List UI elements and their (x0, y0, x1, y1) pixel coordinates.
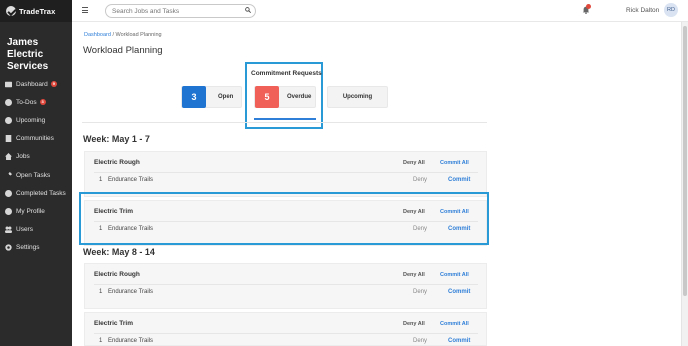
table-row: 1 Endurance Trails Deny Commit (99, 177, 479, 187)
breadcrumb: Dashboard / Workload Planning (84, 32, 162, 38)
company-name: James Electric Services (7, 37, 49, 72)
sidebar-item-label: Open Tasks (16, 171, 51, 179)
commit-all-button[interactable]: Commit All (440, 160, 469, 166)
task-card: Electric Rough Deny All Commit All 1 End… (84, 151, 487, 197)
status-card-overdue[interactable]: 5 Overdue (254, 86, 316, 108)
sidebar-item-label: Communities (16, 135, 54, 143)
sidebar-item-label: Settings (16, 244, 40, 252)
status-label-upcoming: Upcoming (342, 94, 373, 100)
row-divider (94, 172, 478, 173)
row-divider (94, 284, 478, 285)
sidebar-item-communities[interactable]: Communities (0, 130, 72, 148)
task-title: Electric Rough (94, 271, 140, 278)
breadcrumb-current: Workload Planning (115, 32, 162, 38)
sidebar-item-open-tasks[interactable]: Open Tasks (0, 166, 72, 184)
sidebar-item-label: Dashboard (16, 80, 48, 88)
notification-badge: 9 (50, 81, 57, 88)
sidebar-item-users[interactable]: Users (0, 221, 72, 239)
scrollbar[interactable] (681, 22, 688, 346)
sidebar-item-my-profile[interactable]: My Profile (0, 202, 72, 220)
dashboard-icon (4, 80, 12, 88)
user-icon (4, 207, 12, 215)
week-title: Week: May 8 - 14 (83, 247, 155, 257)
search-icon[interactable] (245, 7, 251, 13)
commit-button[interactable]: Commit (448, 177, 470, 183)
topbar: Rick Dalton RD (72, 0, 688, 22)
gear-icon (4, 244, 12, 252)
sidebar: TradeTrax James Electric Services Dashbo… (0, 0, 72, 346)
task-card: Electric Trim Deny All Commit All 1 Endu… (84, 312, 487, 346)
check-circle-icon (4, 189, 12, 197)
commit-all-button[interactable]: Commit All (440, 321, 469, 327)
wrench-icon (4, 171, 12, 179)
page-title: Workload Planning (83, 45, 163, 56)
task-title: Electric Rough (94, 159, 140, 166)
commit-button[interactable]: Commit (448, 289, 470, 295)
status-card-open[interactable]: 3 Open (181, 86, 242, 108)
open-count: 3 (182, 86, 206, 108)
job-name: Endurance Trails (108, 177, 154, 183)
row-count: 1 (99, 289, 103, 295)
sidebar-item-todos[interactable]: To-Dos 3 (0, 93, 72, 111)
sidebar-item-label: To-Dos (16, 98, 37, 106)
task-title: Electric Trim (94, 320, 134, 327)
app-name: TradeTrax (19, 6, 56, 16)
deny-all-button[interactable]: Deny All (403, 272, 425, 278)
app-logo[interactable]: TradeTrax (0, 0, 72, 22)
notification-dot (586, 4, 591, 9)
breadcrumb-link-dashboard[interactable]: Dashboard (84, 32, 111, 38)
search-input[interactable] (105, 4, 256, 18)
sidebar-item-label: Users (16, 226, 33, 234)
menu-icon[interactable] (82, 7, 88, 13)
building-icon (4, 135, 12, 143)
row-count: 1 (99, 177, 103, 183)
row-count: 1 (99, 338, 103, 344)
divider (82, 122, 487, 123)
users-icon (4, 226, 12, 234)
sidebar-item-dashboard[interactable]: Dashboard 9 (0, 75, 72, 93)
sidebar-item-label: Jobs (16, 153, 30, 161)
sidebar-item-settings[interactable]: Settings (0, 239, 72, 257)
status-card-upcoming[interactable]: Upcoming (327, 86, 388, 108)
job-name: Endurance Trails (108, 289, 154, 295)
overdue-count: 5 (255, 86, 279, 108)
notification-badge: 3 (39, 99, 46, 106)
task-highlight-box (79, 192, 489, 245)
sidebar-item-label: Upcoming (16, 116, 46, 124)
deny-button[interactable]: Deny (413, 289, 427, 295)
deny-all-button[interactable]: Deny All (403, 160, 425, 166)
home-icon (4, 153, 12, 161)
user-name[interactable]: Rick Dalton (626, 7, 659, 14)
sidebar-nav: Dashboard 9 To-Dos 3 Upcoming Communitie… (0, 75, 72, 257)
week-title: Week: May 1 - 7 (83, 134, 150, 144)
status-label-open: Open (218, 94, 234, 100)
sidebar-item-label: Completed Tasks (16, 189, 66, 197)
sidebar-item-label: My Profile (16, 207, 45, 215)
task-card: Electric Rough Deny All Commit All 1 End… (84, 263, 487, 309)
check-circle-icon (4, 116, 12, 124)
deny-button[interactable]: Deny (413, 177, 427, 183)
sidebar-item-jobs[interactable]: Jobs (0, 148, 72, 166)
deny-all-button[interactable]: Deny All (403, 321, 425, 327)
logo-check-icon (6, 6, 16, 16)
active-tab-indicator (254, 118, 316, 120)
check-circle-icon (4, 98, 12, 106)
job-name: Endurance Trails (108, 338, 154, 344)
row-divider (94, 333, 478, 334)
table-row: 1 Endurance Trails Deny Commit (99, 289, 479, 299)
status-label-overdue: Overdue (287, 94, 312, 100)
sidebar-item-upcoming[interactable]: Upcoming (0, 111, 72, 129)
commit-all-button[interactable]: Commit All (440, 272, 469, 278)
commit-button[interactable]: Commit (448, 338, 470, 344)
deny-button[interactable]: Deny (413, 338, 427, 344)
scrollbar-thumb[interactable] (683, 26, 687, 296)
commitment-requests-label: Commitment Requests (251, 70, 322, 77)
table-row: 1 Endurance Trails Deny Commit (99, 338, 479, 346)
avatar[interactable]: RD (664, 3, 678, 17)
sidebar-item-completed-tasks[interactable]: Completed Tasks (0, 184, 72, 202)
